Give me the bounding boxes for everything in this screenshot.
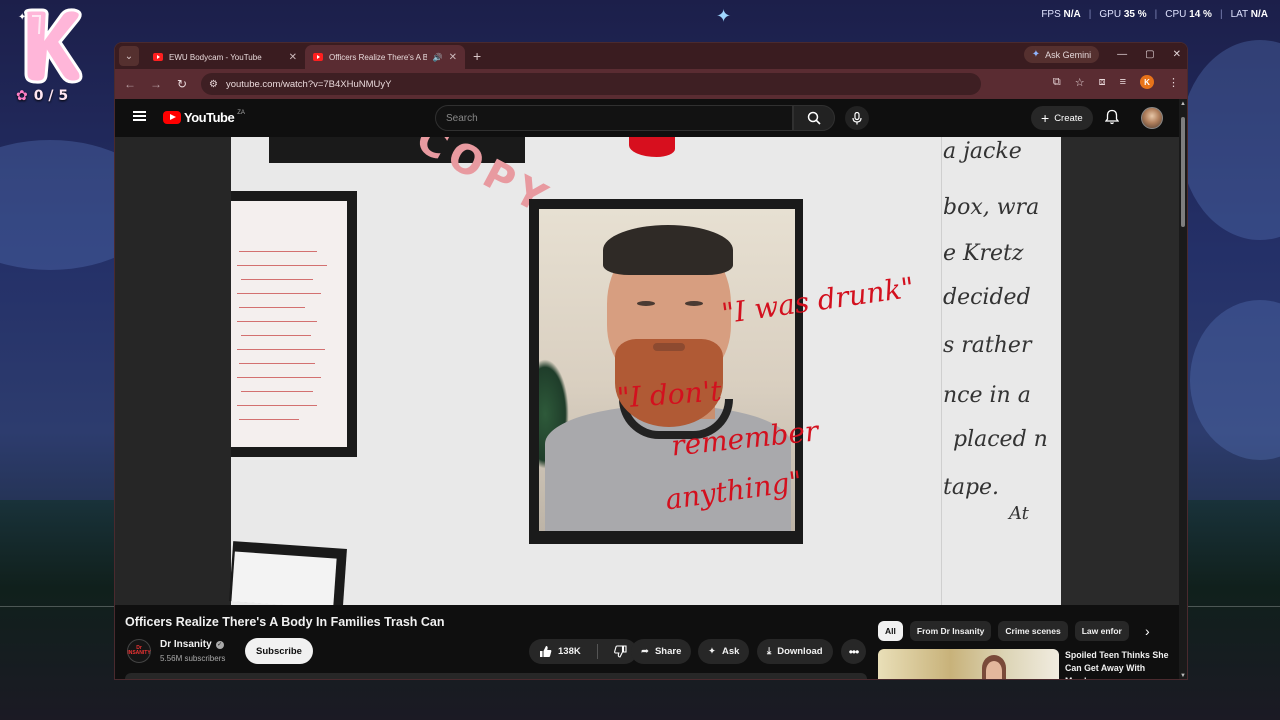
verified-check-icon: ✓	[215, 640, 224, 649]
download-button[interactable]: ⤓ Download	[757, 639, 833, 664]
browser-window: ⌄ EWU Bodycam - YouTube ✕ Officers Reali…	[114, 42, 1188, 680]
tab-close-icon[interactable]: ✕	[449, 52, 457, 63]
related-filter-chips: All From Dr Insanity Crime scenes Law en…	[878, 621, 1129, 641]
forward-icon[interactable]: →	[149, 77, 163, 91]
profile-avatar[interactable]: K	[1140, 75, 1154, 89]
speaker-icon[interactable]: 🔊	[433, 53, 443, 62]
youtube-favicon-icon	[153, 53, 163, 61]
ask-button[interactable]: ✦ Ask	[698, 639, 750, 664]
address-bar: ← → ↻ ⚙ youtube.com/watch?v=7B4XHuNMUyY …	[115, 69, 1187, 99]
browser-menu-icon[interactable]: ⋮	[1168, 76, 1179, 89]
account-avatar[interactable]	[1141, 107, 1163, 129]
page-scrollbar[interactable]: ▲ ▼	[1179, 99, 1187, 679]
close-window-button[interactable]: ✕	[1173, 49, 1181, 60]
flower-icon: ✿	[16, 88, 28, 104]
tab-officers-realize[interactable]: Officers Realize There's A B 🔊 ✕	[305, 45, 465, 69]
reading-list-icon[interactable]: ≡	[1120, 76, 1126, 88]
subscribe-button[interactable]: Subscribe	[245, 638, 313, 664]
thumbs-up-icon	[540, 646, 552, 657]
maximize-button[interactable]: ▢	[1145, 49, 1154, 60]
share-arrow-icon: ➦	[641, 646, 649, 657]
tab-search-button[interactable]: ⌄	[119, 46, 139, 66]
extensions-icon[interactable]: ⧈	[1099, 76, 1106, 89]
channel-avatar[interactable]: Dr INSANITY	[127, 639, 151, 663]
recommended-title[interactable]: Spoiled Teen Thinks She Can Get Away Wit…	[1065, 649, 1175, 679]
search-icon	[807, 111, 821, 125]
chip-from-dr-insanity[interactable]: From Dr Insanity	[909, 621, 992, 641]
k-logo: ✦	[18, 8, 83, 84]
url-field[interactable]: ⚙ youtube.com/watch?v=7B4XHuNMUyY	[201, 73, 981, 95]
chip-law-enforcement[interactable]: Law enfor	[1074, 621, 1129, 641]
search-button[interactable]	[793, 105, 835, 131]
back-icon[interactable]: ←	[123, 77, 137, 91]
chip-all[interactable]: All	[878, 621, 903, 641]
like-dislike-group: 138K	[529, 639, 637, 664]
subscriber-count: 5.56M subscribers	[160, 654, 226, 663]
download-icon: ⤓	[767, 646, 772, 657]
youtube-logo[interactable]: YouTube ZA	[163, 110, 245, 125]
recommended-thumbnail[interactable]	[878, 649, 1059, 679]
ask-gemini-button[interactable]: ✦ Ask Gemini	[1023, 46, 1100, 63]
video-player[interactable]: COPY a jacke box, wra e Kretz decided s …	[115, 137, 1179, 605]
notifications-bell-icon[interactable]	[1105, 109, 1119, 125]
bookmark-star-icon[interactable]: ☆	[1075, 76, 1085, 89]
gemini-sparkle-icon: ✦	[1031, 49, 1041, 60]
tab-strip: ⌄ EWU Bodycam - YouTube ✕ Officers Reali…	[115, 43, 1187, 69]
description-box[interactable]	[125, 673, 867, 679]
share-button[interactable]: ➦ Share	[631, 639, 692, 664]
chevron-right-icon[interactable]: ›	[1145, 623, 1150, 639]
plus-icon: +	[1041, 110, 1050, 126]
scroll-down-icon[interactable]: ▼	[1180, 673, 1186, 679]
youtube-favicon-icon	[313, 53, 323, 61]
performance-overlay: FPS N/A | GPU 35 % | CPU 14 % | LAT N/A	[1041, 9, 1268, 20]
channel-name[interactable]: Dr Insanity ✓	[160, 639, 224, 650]
tab-close-icon[interactable]: ✕	[289, 52, 297, 63]
tab-ewu-bodycam[interactable]: EWU Bodycam - YouTube ✕	[145, 45, 305, 69]
collect-counter: ✿ 0 / 5	[16, 88, 69, 104]
youtube-play-icon	[163, 111, 181, 124]
video-title: Officers Realize There's A Body In Famil…	[125, 615, 445, 629]
reload-icon[interactable]: ↻	[175, 77, 189, 91]
create-button[interactable]: + Create	[1031, 106, 1093, 130]
thumbs-down-icon	[613, 645, 627, 658]
video-frame-paper: COPY a jacke box, wra e Kretz decided s …	[229, 137, 1061, 605]
hamburger-menu-icon[interactable]	[133, 111, 146, 121]
new-tab-button[interactable]: +	[473, 48, 481, 64]
install-app-icon[interactable]: ⧉	[1053, 76, 1061, 89]
voice-search-button[interactable]	[845, 106, 869, 130]
youtube-header: YouTube ZA Search + Create	[115, 99, 1187, 137]
minimize-button[interactable]: —	[1117, 49, 1127, 60]
search-input[interactable]: Search	[435, 105, 793, 131]
scroll-up-icon[interactable]: ▲	[1180, 101, 1186, 107]
chip-crime-scenes[interactable]: Crime scenes	[998, 621, 1068, 641]
microphone-icon	[852, 111, 862, 124]
more-actions-button[interactable]: •••	[841, 639, 866, 664]
sparkle-icon: ✦	[708, 646, 716, 657]
svg-text:✦: ✦	[18, 12, 26, 23]
scrollbar-thumb[interactable]	[1181, 117, 1185, 227]
like-button[interactable]: 138K	[529, 639, 591, 664]
site-info-icon[interactable]: ⚙	[209, 79, 218, 90]
